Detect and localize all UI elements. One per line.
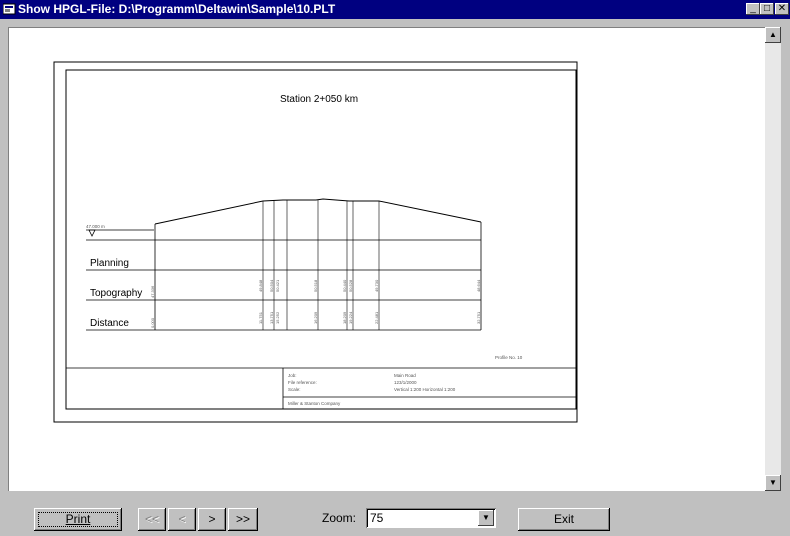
maximize-icon: □ [763,3,771,14]
minimize-icon: _ [750,3,756,14]
distance-value: 18.209 [342,311,347,324]
print-button[interactable]: Print [34,508,122,531]
app-icon[interactable] [3,3,16,15]
plot-viewport[interactable]: Station 2+050 km 47.000 m Planning Topog… [8,27,765,492]
scale-label: Scale: [288,387,301,392]
row-label-distance: Distance [90,318,129,329]
minimize-button[interactable]: _ [746,3,760,15]
next-page-button[interactable]: > [198,508,226,531]
dropdown-arrow-icon[interactable]: ▼ [478,510,494,526]
vertical-scrollbar[interactable]: ▲ ▼ [765,27,781,491]
distance-value: 0.000 [150,317,155,328]
topo-value: 50.518 [313,279,318,292]
topo-value: 49.848 [258,279,263,292]
topo-value: 48.644 [476,279,481,292]
distance-value: 32.751 [476,311,481,324]
elevation-label: 47.000 m [86,224,105,229]
hpgl-drawing: Station 2+050 km 47.000 m Planning Topog… [53,61,578,423]
client-area: Station 2+050 km 47.000 m Planning Topog… [0,19,790,536]
previous-page-button[interactable]: < [168,508,196,531]
drawing-title: Station 2+050 km [280,94,358,105]
zoom-value: 75 [370,511,384,525]
row-label-planning: Planning [90,258,129,269]
fileref-value: 123/1/2000 [394,380,417,385]
row-label-topography: Topography [90,288,142,299]
zoom-label: Zoom: [322,511,357,525]
distance-value: 11.751 [258,311,263,324]
topo-value: 50.504 [269,279,274,292]
zoom-select[interactable]: 75 ▼ [366,508,496,528]
scroll-down-arrow-icon[interactable]: ▼ [765,475,781,491]
level-marker-icon [88,229,96,237]
window-title: Show HPGL-File: D:\Programm\Deltawin\Sam… [18,2,336,16]
topo-value: 50.528 [348,279,353,292]
job-label: Job: [288,373,297,378]
profile-number: Profile No. 10 [495,355,523,360]
station-lines [262,200,380,330]
maximize-button[interactable]: □ [760,3,774,15]
first-page-button[interactable]: << [138,508,166,531]
distance-value: 16.209 [313,311,318,324]
topo-value: 49.730 [374,279,379,292]
scroll-up-arrow-icon[interactable]: ▲ [765,27,781,43]
distance-value: 15.252 [275,311,280,324]
distance-value: 13.751 [269,311,274,324]
title-bar: Show HPGL-File: D:\Programm\Deltawin\Sam… [0,0,790,19]
close-icon: ✕ [777,3,787,14]
fileref-label: File reference: [288,380,317,385]
distance-value: 19.224 [348,311,353,324]
close-button[interactable]: ✕ [775,3,789,15]
band-lines [86,239,481,331]
company-name: Miller & Stanton Company [288,401,341,406]
topo-value: 50.440 [342,279,347,292]
distance-value: 22.481 [374,311,379,324]
topo-value: 50.421 [275,279,280,292]
scale-value: Vertical 1:200 Horizontal 1:200 [394,387,456,392]
job-value: Main Road [394,373,416,378]
last-page-button[interactable]: >> [228,508,258,531]
bottom-toolbar: Print << < > >> Zoom: 75 ▼ Exit [0,491,790,536]
topo-value: 47.336 [150,285,155,298]
exit-button[interactable]: Exit [518,508,610,531]
